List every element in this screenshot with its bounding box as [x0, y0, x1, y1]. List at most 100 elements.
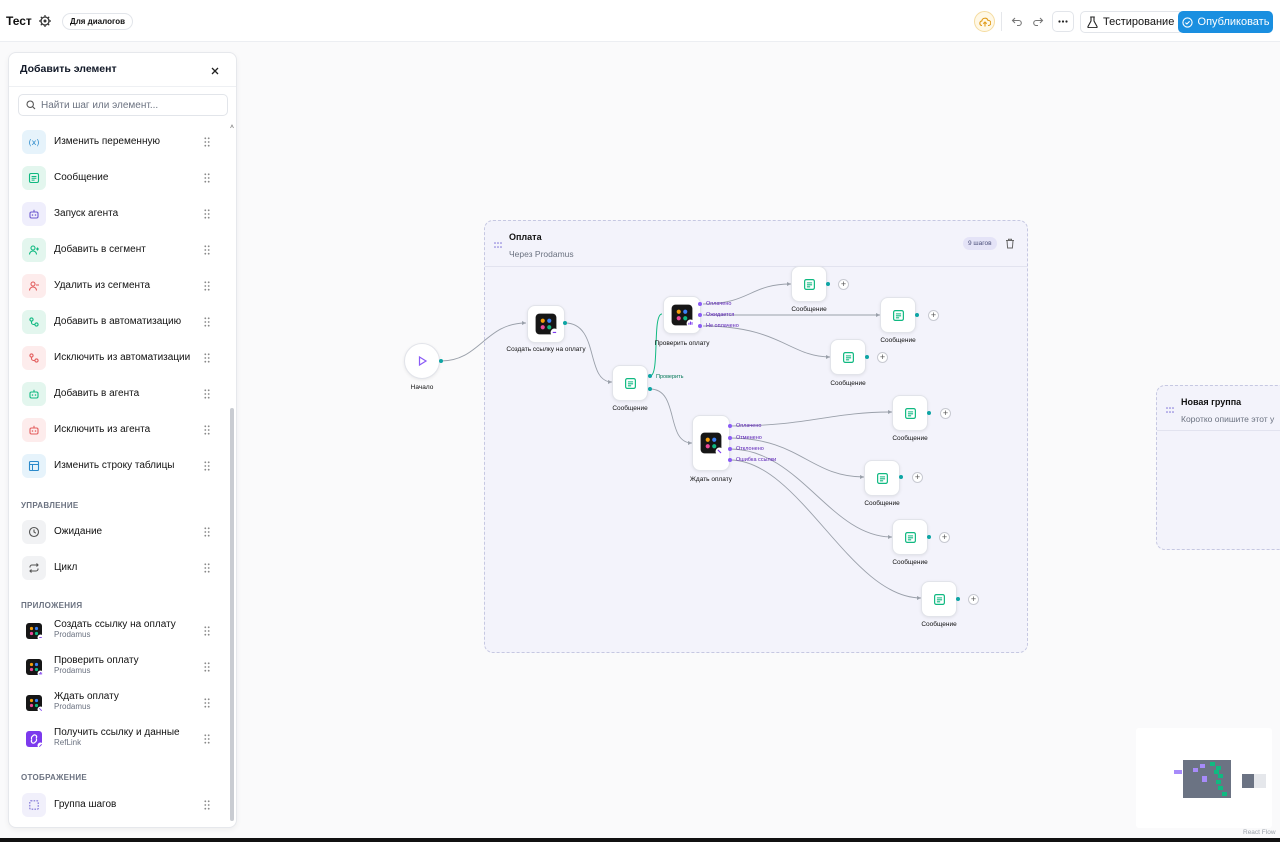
port-handle[interactable]	[697, 323, 703, 329]
panel-title: Добавить элемент	[20, 63, 117, 75]
add-step-button[interactable]: +	[940, 408, 951, 419]
close-icon[interactable]	[209, 64, 221, 76]
drag-handle-icon[interactable]	[204, 281, 210, 291]
list-item-create-payment-link[interactable]: Создать ссылку на оплату Prodamus	[22, 618, 222, 644]
node-message[interactable]	[892, 395, 928, 431]
drag-handle-icon[interactable]	[204, 563, 210, 573]
drag-handle-icon[interactable]	[494, 242, 502, 248]
add-step-button[interactable]: +	[877, 352, 888, 363]
drag-handle-icon[interactable]	[204, 461, 210, 471]
add-step-button[interactable]: +	[939, 532, 950, 543]
publish-button[interactable]: Опубликовать	[1178, 11, 1273, 33]
node-message[interactable]	[880, 297, 916, 333]
node-handle[interactable]	[647, 386, 653, 392]
node-wait-payment[interactable]	[692, 415, 730, 471]
port-handle[interactable]	[697, 301, 703, 307]
undo-icon[interactable]	[1010, 14, 1024, 28]
list-item-add-to-automation[interactable]: Добавить в автоматизацию	[22, 309, 222, 335]
message-icon	[22, 166, 46, 190]
add-step-button[interactable]: +	[928, 310, 939, 321]
drag-handle-icon[interactable]	[204, 173, 210, 183]
start-handle[interactable]	[438, 358, 444, 364]
test-button[interactable]: Тестирование	[1080, 11, 1184, 33]
port-label-pending: Ожидается	[706, 312, 735, 318]
node-message[interactable]	[791, 266, 827, 302]
redo-icon[interactable]	[1031, 14, 1045, 28]
node-handle[interactable]	[926, 534, 932, 540]
list-item-step-group[interactable]: Группа шагов	[22, 792, 222, 818]
list-item-label: Проверить оплату	[54, 655, 139, 666]
drag-handle-icon[interactable]	[204, 626, 210, 636]
list-item-provider: Prodamus	[54, 702, 91, 711]
more-options-icon[interactable]	[1052, 11, 1074, 32]
node-message[interactable]	[864, 460, 900, 496]
list-item-label: Изменить строку таблицы	[54, 460, 175, 471]
cloud-upload-icon[interactable]	[974, 11, 995, 32]
loop-icon	[22, 556, 46, 580]
node-message[interactable]	[830, 339, 866, 375]
drag-handle-icon[interactable]	[204, 425, 210, 435]
list-item-loop[interactable]: Цикл	[22, 555, 222, 581]
node-handle[interactable]	[926, 410, 932, 416]
drag-handle-icon[interactable]	[204, 662, 210, 672]
drag-handle-icon[interactable]	[204, 245, 210, 255]
node-message[interactable]	[921, 581, 957, 617]
node-message-1[interactable]	[612, 365, 648, 401]
list-item-exclude-from-automation[interactable]: Исключить из автоматизации	[22, 345, 222, 371]
drag-handle-icon[interactable]	[204, 734, 210, 744]
list-item-launch-agent[interactable]: Запуск агента	[22, 201, 222, 227]
list-item-add-to-agent[interactable]: Добавить в агента	[22, 381, 222, 407]
node-handle[interactable]	[955, 596, 961, 602]
list-item-check-payment[interactable]: Проверить оплату Prodamus	[22, 654, 222, 680]
message-icon	[876, 472, 888, 484]
drag-handle-icon[interactable]	[204, 389, 210, 399]
variable-icon: (x)	[22, 130, 46, 154]
drag-handle-icon[interactable]	[204, 317, 210, 327]
port-handle[interactable]	[727, 423, 733, 429]
node-message[interactable]	[892, 519, 928, 555]
node-handle[interactable]	[647, 373, 653, 379]
list-item-change-variable[interactable]: (x) Изменить переменную	[22, 129, 222, 155]
node-handle[interactable]	[914, 312, 920, 318]
node-handle[interactable]	[898, 474, 904, 480]
start-node[interactable]	[404, 343, 440, 379]
port-handle[interactable]	[727, 446, 733, 452]
list-item-remove-from-segment[interactable]: Удалить из сегмента	[22, 273, 222, 299]
drag-handle-icon[interactable]	[1166, 407, 1174, 413]
list-item-add-to-segment[interactable]: Добавить в сегмент	[22, 237, 222, 263]
drag-handle-icon[interactable]	[204, 137, 210, 147]
node-create-payment-link[interactable]	[527, 305, 565, 343]
list-item-message[interactable]: Сообщение	[22, 165, 222, 191]
port-handle[interactable]	[727, 435, 733, 441]
port-handle[interactable]	[697, 312, 703, 318]
list-item-wait[interactable]: Ожидание	[22, 519, 222, 545]
node-handle[interactable]	[825, 281, 831, 287]
group-title: Оплата	[509, 232, 542, 242]
node-handle[interactable]	[562, 320, 568, 326]
node-check-payment[interactable]	[663, 296, 701, 334]
dialog-type-badge[interactable]: Для диалогов	[62, 13, 134, 30]
drag-handle-icon[interactable]	[204, 698, 210, 708]
drag-handle-icon[interactable]	[204, 800, 210, 810]
port-label-paid: Оплачено	[736, 423, 762, 429]
search-input[interactable]	[41, 99, 221, 111]
gear-icon[interactable]	[38, 14, 52, 28]
list-item-wait-payment[interactable]: Ждать оплату Prodamus	[22, 690, 222, 716]
minimap[interactable]	[1136, 728, 1272, 828]
list-item-get-link-data[interactable]: Получить ссылку и данные RefLink	[22, 726, 222, 752]
drag-handle-icon[interactable]	[204, 209, 210, 219]
scrollbar-thumb[interactable]	[230, 408, 234, 821]
trash-icon[interactable]	[1005, 238, 1015, 249]
react-flow-credit[interactable]: React Flow	[1243, 829, 1276, 836]
add-step-button[interactable]: +	[912, 472, 923, 483]
list-item-change-table-row[interactable]: Изменить строку таблицы	[22, 453, 222, 479]
drag-handle-icon[interactable]	[204, 527, 210, 537]
add-step-button[interactable]: +	[968, 594, 979, 605]
add-step-button[interactable]: +	[838, 279, 849, 290]
scroll-up-arrow[interactable]	[230, 123, 234, 129]
drag-handle-icon[interactable]	[204, 353, 210, 363]
node-handle[interactable]	[864, 354, 870, 360]
group-new[interactable]: Новая группа Коротко опишите этот у	[1156, 385, 1280, 550]
port-handle[interactable]	[727, 457, 733, 463]
list-item-exclude-from-agent[interactable]: Исключить из агента	[22, 417, 222, 443]
